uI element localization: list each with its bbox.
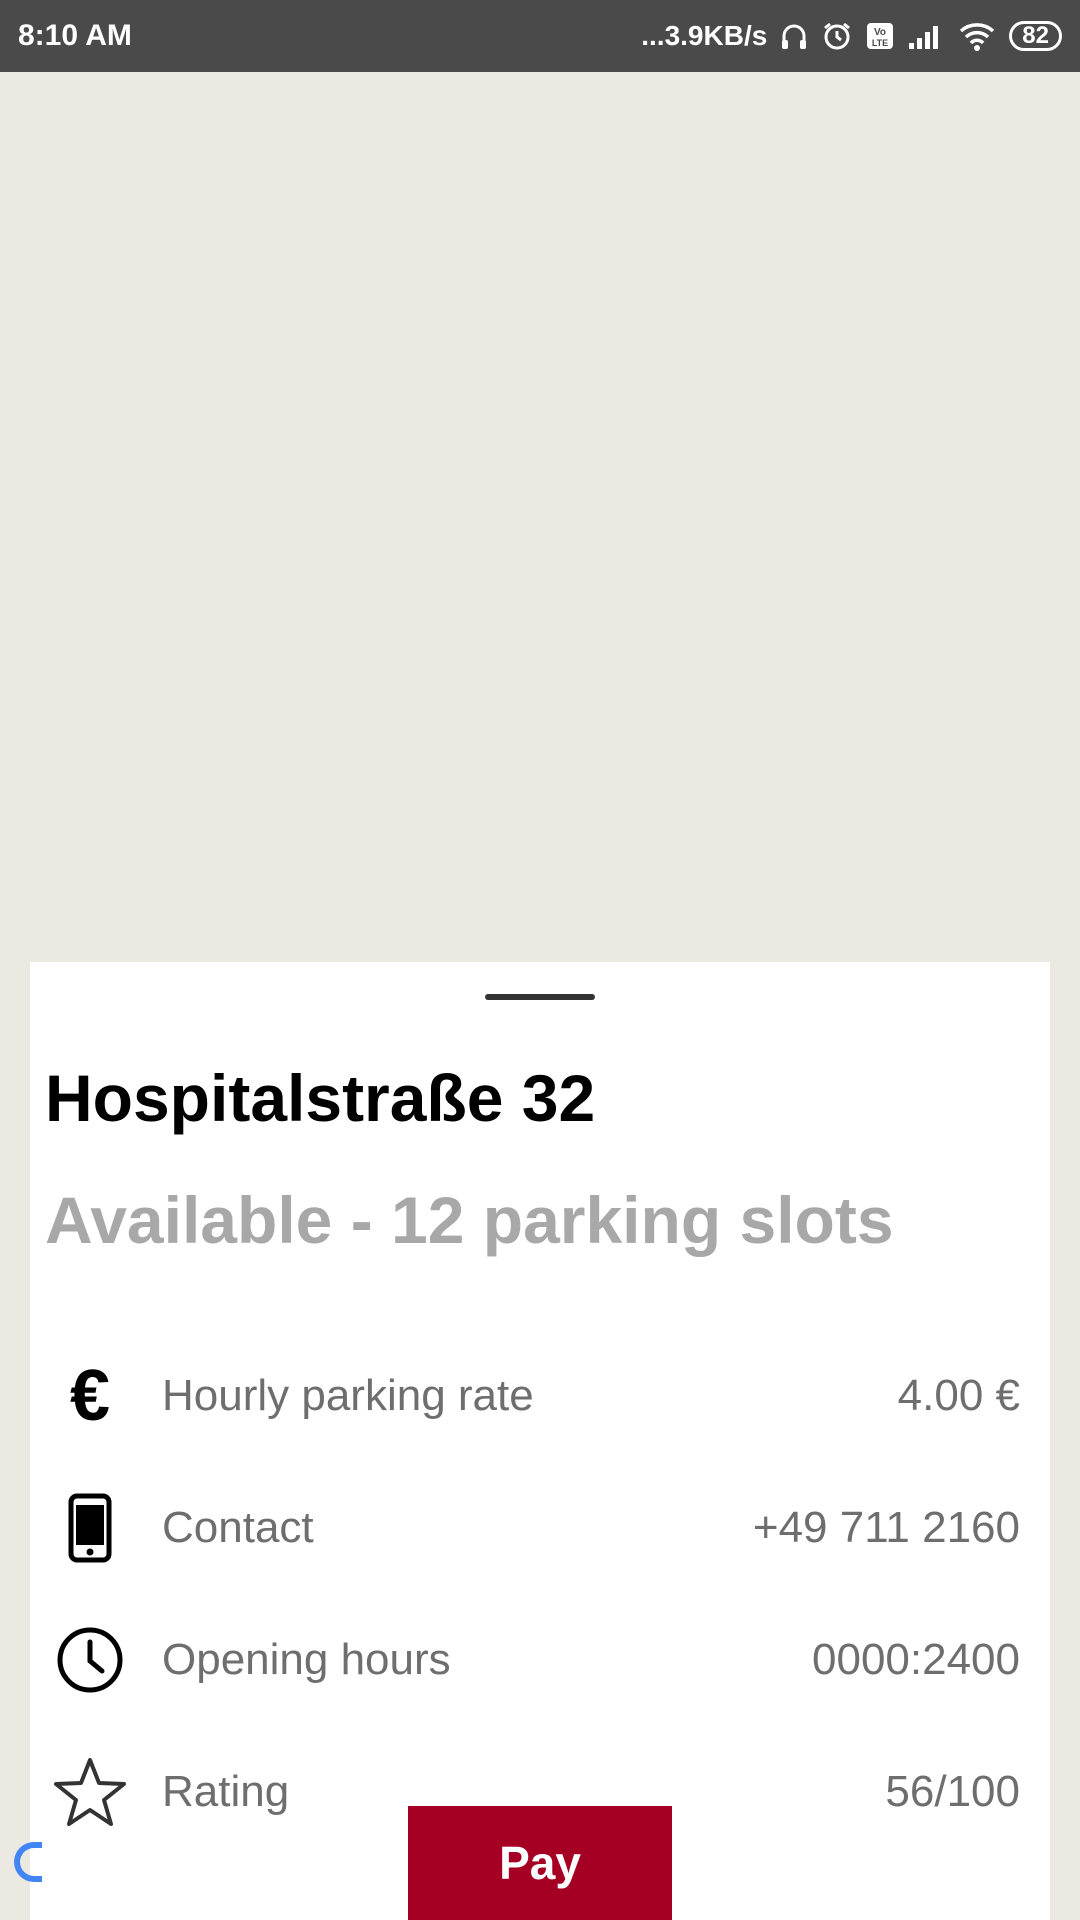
status-bar: 8:10 AM ...3.9KB/s Vo LTE 82 bbox=[0, 0, 1080, 72]
info-value: 4.00 € bbox=[897, 1371, 1020, 1420]
battery-icon: 82 bbox=[1009, 21, 1062, 51]
availability-text: Available - 12 parking slots bbox=[45, 1183, 894, 1257]
status-icons: ...3.9KB/s Vo LTE 82 bbox=[641, 20, 1062, 52]
clock-icon bbox=[50, 1620, 130, 1700]
parking-title: Hospitalstraße 32 bbox=[45, 1061, 596, 1135]
location-button-icon[interactable] bbox=[14, 1842, 42, 1882]
info-row-contact[interactable]: Contact +49 711 2160 bbox=[30, 1478, 1050, 1578]
status-time: 8:10 AM bbox=[18, 19, 132, 52]
volte-icon: Vo LTE bbox=[865, 21, 895, 51]
info-value: 0000:2400 bbox=[812, 1635, 1020, 1684]
parking-details-sheet: Hospitalstraße 32 Available - 12 parking… bbox=[30, 962, 1050, 1920]
wifi-icon bbox=[957, 20, 997, 52]
drag-handle[interactable] bbox=[485, 994, 595, 1000]
pay-button[interactable]: Pay bbox=[408, 1806, 672, 1920]
star-icon bbox=[50, 1752, 130, 1832]
headphones-icon bbox=[779, 21, 809, 51]
info-row-opening-hours: Opening hours 0000:2400 bbox=[30, 1610, 1050, 1710]
info-row-hourly-rate: € Hourly parking rate 4.00 € bbox=[30, 1346, 1050, 1446]
euro-icon: € bbox=[69, 1356, 111, 1436]
info-value: 56/100 bbox=[885, 1767, 1020, 1816]
signal-icon bbox=[907, 21, 945, 51]
svg-text:LTE: LTE bbox=[872, 38, 888, 48]
alarm-icon bbox=[821, 20, 853, 52]
map-view[interactable] bbox=[0, 72, 1080, 962]
network-speed: ...3.9KB/s bbox=[641, 20, 768, 51]
info-label: Contact bbox=[162, 1503, 314, 1552]
info-label: Rating bbox=[162, 1767, 290, 1816]
info-label: Opening hours bbox=[162, 1635, 451, 1684]
phone-icon bbox=[50, 1488, 130, 1568]
info-value[interactable]: +49 711 2160 bbox=[753, 1503, 1020, 1553]
info-label: Hourly parking rate bbox=[162, 1371, 534, 1420]
svg-text:Vo: Vo bbox=[874, 27, 886, 38]
